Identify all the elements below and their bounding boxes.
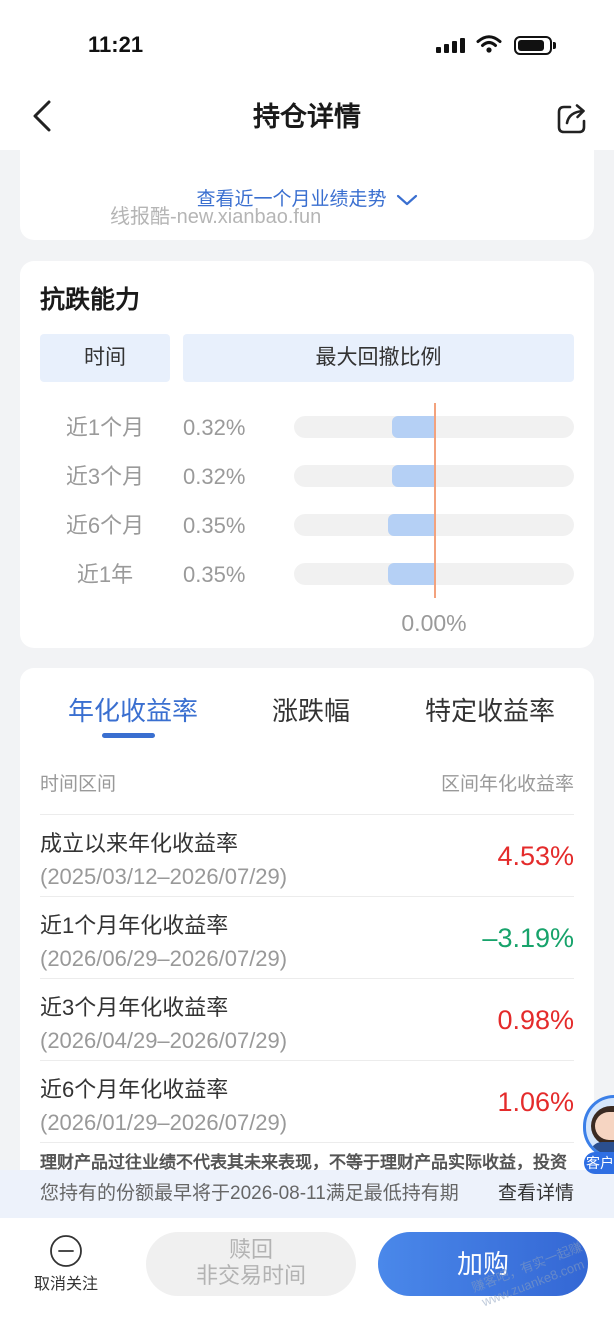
return-row-range: (2026/01/29–2026/07/29) (40, 1110, 288, 1135)
header-time: 时间 (40, 334, 170, 382)
drawdown-row: 近1年 0.35% (20, 550, 594, 599)
column-header-period: 时间区间 (40, 774, 117, 795)
watermark: 线报酷-new.xianbao.fun (110, 206, 322, 228)
drawdown-bar (388, 563, 435, 585)
minus-circle-icon (50, 1235, 82, 1267)
returns-card: 年化收益率 涨跌幅 特定收益率 时间区间 区间年化收益率 成立以来年化收益率 (… (20, 668, 594, 1178)
drawdown-period: 近6个月 (65, 512, 145, 538)
header-max-drawdown: 最大回撤比例 (183, 334, 574, 382)
return-row-range: (2025/03/12–2026/07/29) (40, 864, 288, 889)
return-row-range: (2026/06/29–2026/07/29) (40, 946, 288, 971)
return-row-title: 近3个月年化收益率 (40, 995, 229, 1020)
drawdown-bar (388, 514, 435, 536)
holding-period-notice: 您持有的份额最早将于2026-08-11满足最低持有期 查看详情 (0, 1170, 614, 1218)
return-row-rate: 0.98% (497, 1005, 574, 1035)
return-row-title: 近6个月年化收益率 (40, 1077, 229, 1102)
wifi-icon (476, 35, 502, 53)
return-row: 成立以来年化收益率 (2025/03/12–2026/07/29) 4.53% (40, 814, 574, 896)
tab-annualized-return[interactable]: 年化收益率 (43, 694, 223, 728)
column-header-rate: 区间年化收益率 (440, 774, 574, 795)
battery-icon (514, 36, 552, 55)
drawdown-value: 0.32% (183, 414, 246, 440)
active-tab-indicator (102, 733, 155, 738)
return-row: 近6个月年化收益率 (2026/01/29–2026/07/29) 1.06% (40, 1060, 574, 1142)
notice-text: 您持有的份额最早将于2026-08-11满足最低持有期 (40, 1183, 459, 1204)
redeem-status: 非交易时间 (195, 1263, 306, 1288)
drawdown-row: 近1个月 0.32% (20, 403, 594, 452)
zero-line (434, 403, 436, 598)
divider (40, 1142, 574, 1143)
drawdown-bar (392, 465, 435, 487)
battery-nub (553, 42, 556, 49)
tab-price-change[interactable]: 涨跌幅 (221, 694, 401, 728)
chevron-down-icon (396, 194, 417, 206)
tab-specific-return[interactable]: 特定收益率 (400, 694, 580, 728)
header: 11:21 持仓详情 (0, 0, 614, 150)
drawdown-value: 0.35% (183, 561, 246, 587)
drawdown-period: 近3个月 (65, 463, 145, 489)
return-row-rate: –3.19% (482, 923, 574, 953)
return-row-title: 成立以来年化收益率 (40, 831, 239, 856)
status-time: 11:21 (88, 32, 144, 57)
redeem-button[interactable]: 赎回 非交易时间 (146, 1232, 356, 1296)
drawdown-value: 0.35% (183, 512, 246, 538)
drawdown-period: 近1年 (76, 561, 134, 587)
drawdown-row: 近3个月 0.32% (20, 452, 594, 501)
unfollow-label: 取消关注 (33, 1276, 98, 1293)
customer-service-label[interactable]: 客户 (584, 1152, 614, 1174)
share-icon[interactable] (554, 100, 590, 136)
return-row: 近3个月年化收益率 (2026/04/29–2026/07/29) 0.98% (40, 978, 574, 1060)
signal-icon (436, 37, 466, 53)
screen: 11:21 持仓详情 线报酷-new.xianbao.fun 查看近一个月业绩走… (0, 0, 614, 1334)
drawdown-value: 0.32% (183, 463, 246, 489)
section-title: 抗跌能力 (40, 286, 141, 314)
return-row-rate: 4.53% (497, 841, 574, 871)
unfollow-button[interactable]: 取消关注 (16, 1228, 116, 1302)
drawdown-row: 近6个月 0.35% (20, 501, 594, 550)
drawdown-card: 抗跌能力 时间 最大回撤比例 近1个月 0.32% 近3个月 0.32% 近6个… (20, 261, 594, 648)
return-row-range: (2026/04/29–2026/07/29) (40, 1028, 288, 1053)
battery-level (518, 40, 544, 51)
return-row-title: 近1个月年化收益率 (40, 913, 229, 938)
zero-label: 0.00% (401, 610, 467, 636)
redeem-label: 赎回 (228, 1237, 273, 1262)
view-details-link[interactable]: 查看详情 (498, 1170, 574, 1218)
page-title: 持仓详情 (253, 102, 361, 132)
return-row-rate: 1.06% (497, 1087, 574, 1117)
drawdown-period: 近1个月 (65, 414, 145, 440)
drawdown-bar (392, 416, 435, 438)
return-row: 近1个月年化收益率 (2026/06/29–2026/07/29) –3.19% (40, 896, 574, 978)
